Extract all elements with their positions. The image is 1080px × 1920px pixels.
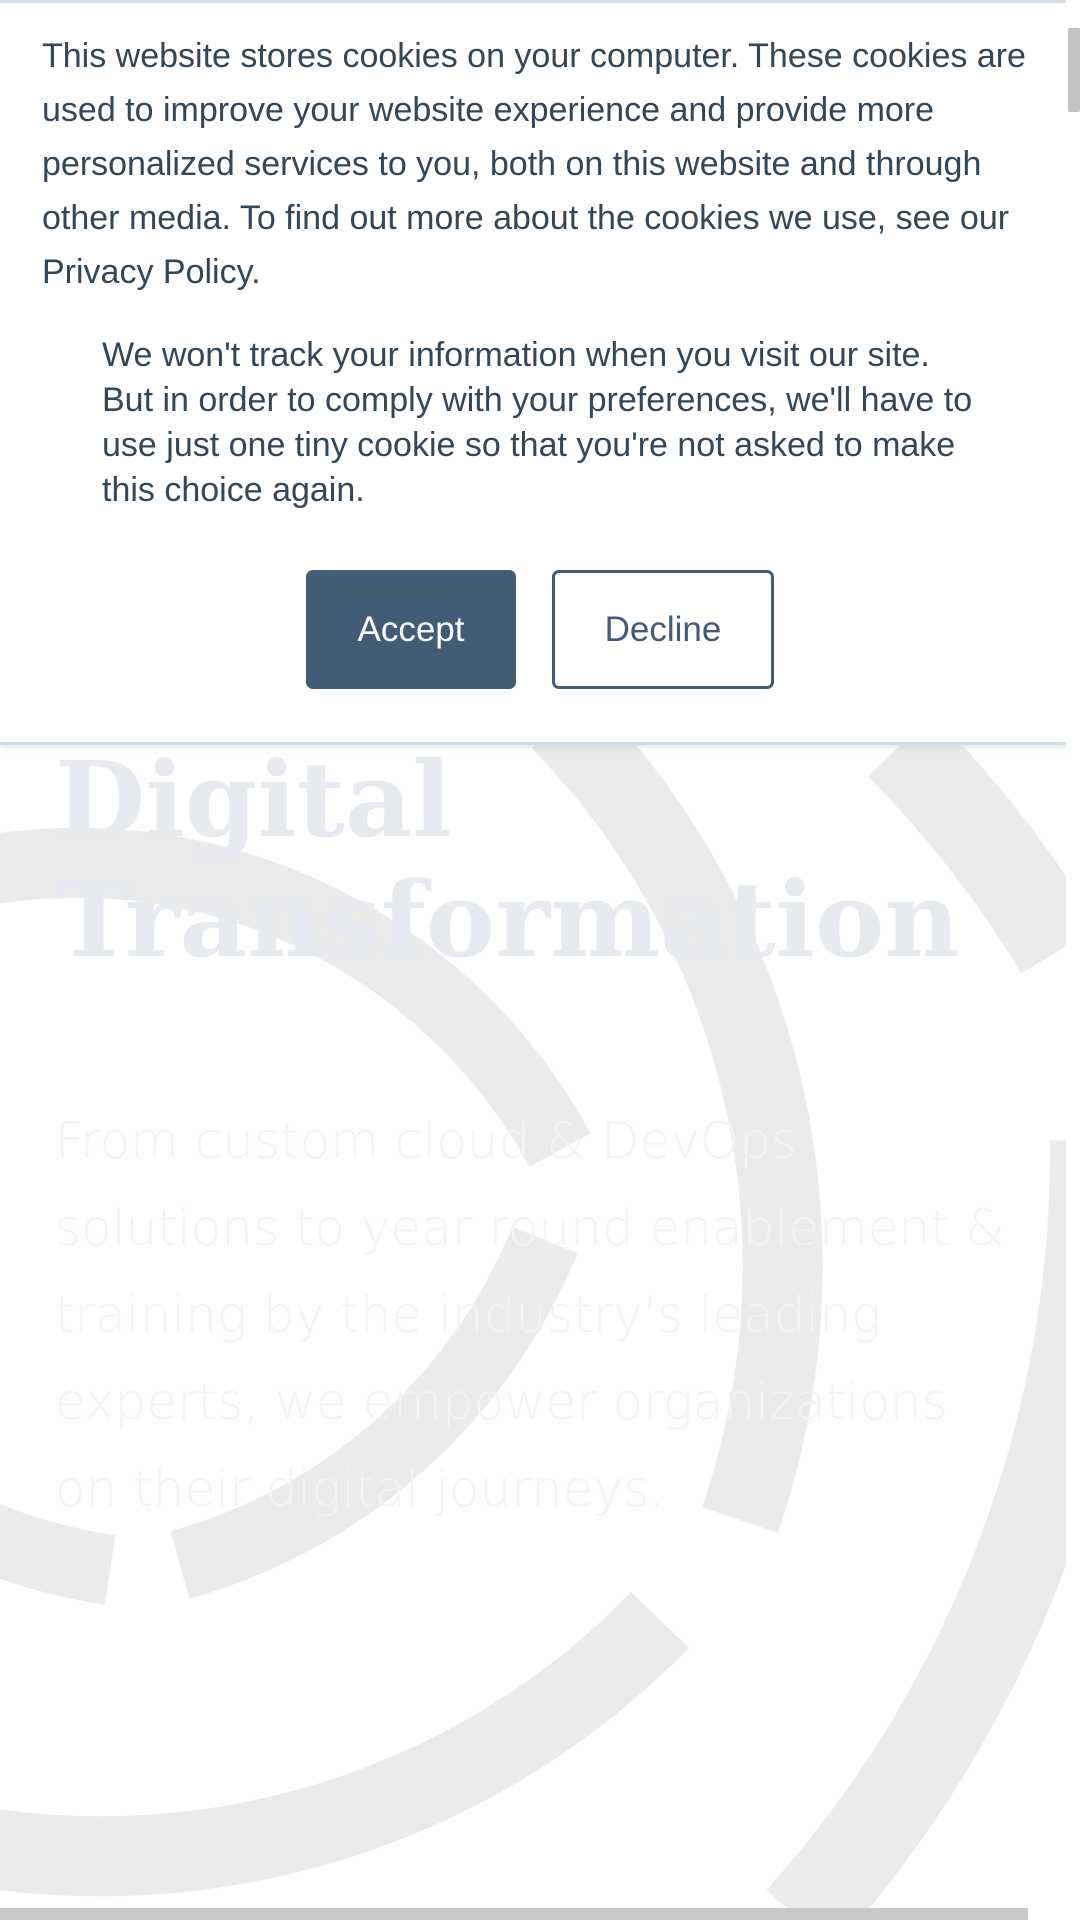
cookie-decline-info: We won't track your information when you…: [102, 336, 973, 509]
page: Digital Transformation From custom cloud…: [0, 0, 1080, 1920]
horizontal-scrollbar[interactable]: [0, 1908, 1028, 1920]
cookie-consent-banner: This website stores cookies on your comp…: [0, 0, 1080, 745]
hero-title-line1: Digital: [55, 738, 452, 861]
hero-title: Digital Transformation: [55, 740, 1015, 980]
hero-title-line2: Transformation: [55, 858, 961, 981]
vertical-scrollbar[interactable]: [1066, 0, 1080, 1920]
hero-subtitle: From custom cloud & DevOps solutions to …: [55, 1112, 1005, 1518]
scrollbar-thumb[interactable]: [1068, 28, 1080, 112]
hero-section: Digital Transformation From custom cloud…: [55, 740, 1015, 1533]
cookie-message: This website stores cookies on your comp…: [42, 37, 1026, 291]
accept-button[interactable]: Accept: [306, 570, 516, 689]
decline-button[interactable]: Decline: [552, 570, 774, 689]
